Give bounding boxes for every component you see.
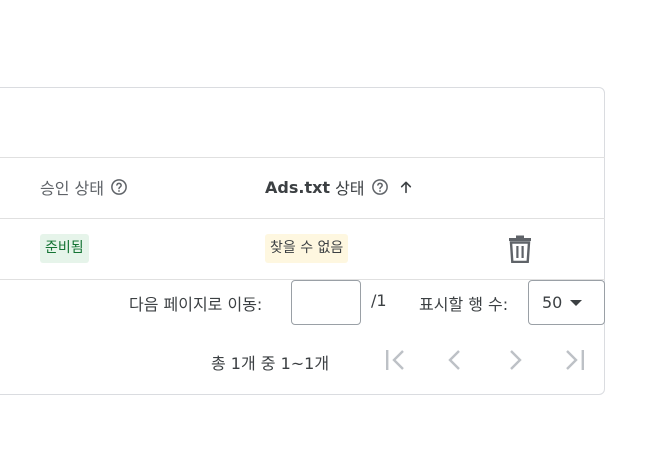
first-page-icon[interactable] bbox=[383, 346, 407, 374]
help-circle-icon[interactable] bbox=[110, 178, 128, 196]
pagination-summary: 총 1개 중 1~1개 bbox=[211, 354, 330, 373]
column-header-label-bold: Ads.txt bbox=[265, 177, 331, 197]
rows-per-page-label: 표시할 행 수: bbox=[419, 295, 509, 314]
status-badge-not-found: 찾을 수 없음 bbox=[265, 234, 349, 263]
column-header-label-rest: 상태 bbox=[335, 179, 365, 198]
goto-page-input[interactable] bbox=[291, 280, 361, 325]
goto-page-label: 다음 페이지로 이동: bbox=[129, 295, 263, 314]
trash-icon[interactable] bbox=[508, 235, 532, 263]
column-header-label: 승인 상태 bbox=[40, 179, 104, 198]
last-page-icon[interactable] bbox=[563, 346, 587, 374]
header-top-divider bbox=[0, 157, 605, 158]
column-header-ads-txt-status[interactable]: Ads.txt 상태 bbox=[265, 176, 414, 198]
rows-per-page-select[interactable]: 50 bbox=[528, 280, 605, 325]
help-circle-icon[interactable] bbox=[371, 178, 389, 196]
next-page-icon[interactable] bbox=[503, 346, 527, 374]
column-header-approval-status[interactable]: 승인 상태 bbox=[40, 176, 128, 198]
arrow-up-icon[interactable] bbox=[398, 179, 414, 195]
status-badge-ready: 준비됨 bbox=[40, 234, 89, 263]
header-bottom-divider bbox=[0, 218, 605, 219]
total-pages-label: /1 bbox=[371, 291, 387, 310]
rows-per-page-value: 50 bbox=[542, 293, 563, 312]
prev-page-icon[interactable] bbox=[443, 346, 467, 374]
chevron-down-icon bbox=[570, 300, 582, 306]
